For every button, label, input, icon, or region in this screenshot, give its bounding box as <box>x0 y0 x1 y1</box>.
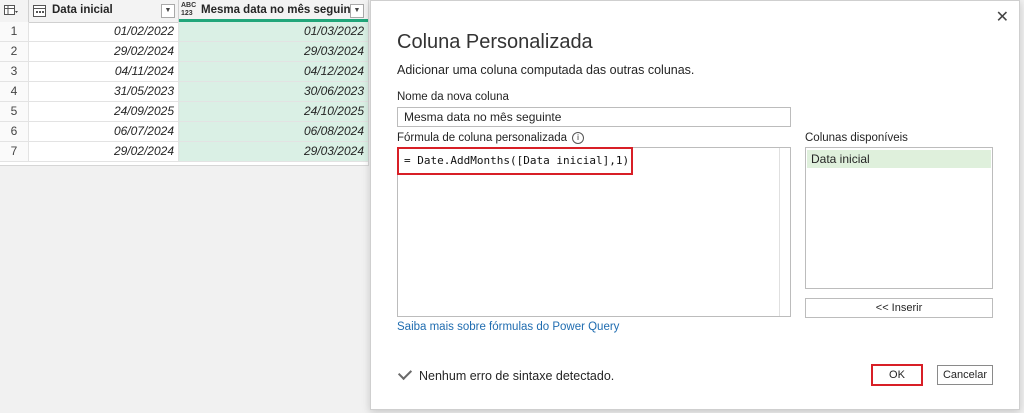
table-row[interactable]: 4 31/05/2023 30/06/2023 <box>0 82 368 102</box>
column-header-mesma-data[interactable]: ABC 123 Mesma data no mês seguinte ▼ <box>179 0 368 22</box>
table-menu-button[interactable] <box>0 0 29 22</box>
data-grid: Data inicial ▼ ABC 123 Mesma data no mês … <box>0 0 369 166</box>
power-query-help-link[interactable]: Saiba mais sobre fórmulas do Power Query <box>397 321 619 333</box>
info-icon[interactable]: i <box>572 132 585 144</box>
cell-data-inicial[interactable]: 01/02/2022 <box>28 22 179 41</box>
grid-rows: 1 01/02/2022 01/03/2022 2 29/02/2024 29/03/2… <box>0 22 368 162</box>
row-index: 6 <box>0 122 29 141</box>
abc-123-icon: ABC 123 <box>181 2 197 17</box>
table-row[interactable]: 6 06/07/2024 06/08/2024 <box>0 122 368 142</box>
row-index: 5 <box>0 102 29 121</box>
syntax-status: Nenhum erro de sintaxe detectado. <box>397 365 615 383</box>
cell-mesma-data[interactable]: 24/10/2025 <box>179 102 368 121</box>
close-icon[interactable]: ✕ <box>996 7 1009 27</box>
cell-mesma-data[interactable]: 06/08/2024 <box>179 122 368 141</box>
dialog-subtitle: Adicionar uma coluna computada das outra… <box>397 63 695 77</box>
cell-mesma-data[interactable]: 04/12/2024 <box>179 62 368 81</box>
insert-button[interactable]: << Inserir <box>805 298 993 318</box>
row-index: 4 <box>0 82 29 101</box>
checkmark-icon <box>397 365 413 381</box>
table-row[interactable]: 5 24/09/2025 24/10/2025 <box>0 102 368 122</box>
formula-label-wrap: Fórmula de coluna personalizada i <box>397 132 585 145</box>
cell-mesma-data[interactable]: 01/03/2022 <box>179 22 368 41</box>
cell-data-inicial[interactable]: 29/02/2024 <box>28 142 179 161</box>
row-index: 1 <box>0 22 29 41</box>
calendar-icon <box>33 5 46 17</box>
available-columns-label: Colunas disponíveis <box>805 132 908 144</box>
cell-mesma-data[interactable]: 29/03/2024 <box>179 42 368 61</box>
available-columns-list[interactable]: Data inicial <box>805 147 993 289</box>
dialog-title: Coluna Personalizada <box>397 31 593 53</box>
cell-data-inicial[interactable]: 29/02/2024 <box>28 42 179 61</box>
row-index: 3 <box>0 62 29 81</box>
formula-highlight-box <box>397 147 633 175</box>
cancel-button[interactable]: Cancelar <box>937 365 993 385</box>
cell-mesma-data[interactable]: 30/06/2023 <box>179 82 368 101</box>
new-column-name-label: Nome da nova coluna <box>397 91 509 103</box>
column-filter-dropdown[interactable]: ▼ <box>161 4 175 18</box>
cell-mesma-data[interactable]: 29/03/2024 <box>179 142 368 161</box>
table-row[interactable]: 1 01/02/2022 01/03/2022 <box>0 22 368 42</box>
grid-header: Data inicial ▼ ABC 123 Mesma data no mês … <box>0 0 368 23</box>
row-index: 2 <box>0 42 29 61</box>
cell-data-inicial[interactable]: 04/11/2024 <box>28 62 179 81</box>
syntax-status-text: Nenhum erro de sintaxe detectado. <box>419 369 615 383</box>
row-index: 7 <box>0 142 29 161</box>
formula-scrollbar[interactable] <box>779 148 780 316</box>
table-row[interactable]: 2 29/02/2024 29/03/2024 <box>0 42 368 62</box>
column-header-label: Data inicial <box>52 4 113 16</box>
column-header-label: Mesma data no mês seguinte <box>201 4 361 16</box>
column-filter-dropdown[interactable]: ▼ <box>350 4 364 18</box>
cell-data-inicial[interactable]: 31/05/2023 <box>28 82 179 101</box>
cell-data-inicial[interactable]: 06/07/2024 <box>28 122 179 141</box>
table-icon <box>4 5 18 15</box>
cell-data-inicial[interactable]: 24/09/2025 <box>28 102 179 121</box>
new-column-name-input[interactable]: Mesma data no mês seguinte <box>397 107 791 127</box>
formula-label: Fórmula de coluna personalizada <box>397 132 568 145</box>
custom-column-dialog: ✕ Coluna Personalizada Adicionar uma col… <box>370 0 1020 410</box>
table-row[interactable]: 7 29/02/2024 29/03/2024 <box>0 142 368 162</box>
table-row[interactable]: 3 04/11/2024 04/12/2024 <box>0 62 368 82</box>
ok-button[interactable]: OK <box>871 364 923 386</box>
column-header-data-inicial[interactable]: Data inicial ▼ <box>28 0 179 22</box>
list-item[interactable]: Data inicial <box>807 150 991 168</box>
